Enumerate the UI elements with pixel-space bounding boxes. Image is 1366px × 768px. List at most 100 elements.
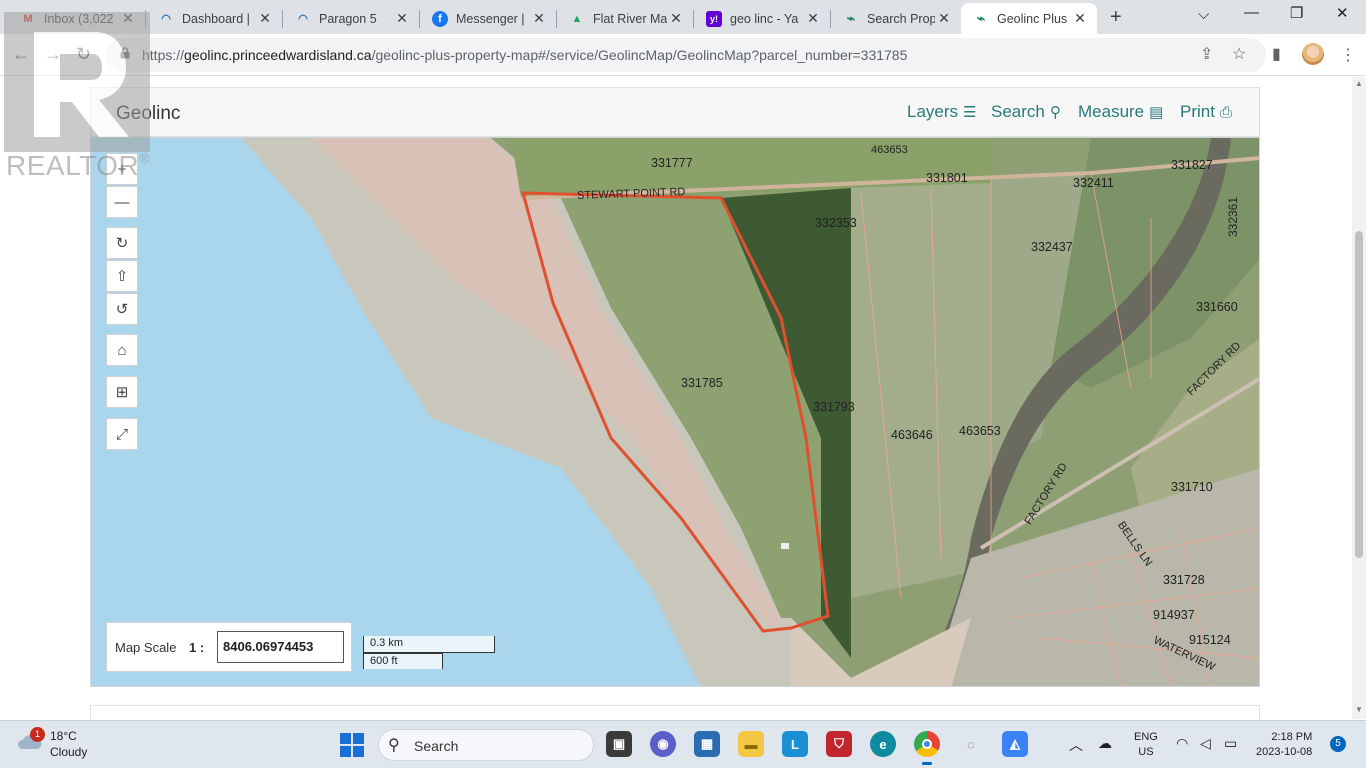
scale-bar-ft: 600 ft [363,653,443,669]
map-scale-input[interactable]: 8406.06974453 [217,631,344,663]
forward-icon[interactable]: → [44,44,62,65]
language-indicator[interactable]: ENG US [1134,730,1158,760]
search-label: Search [991,102,1045,121]
close-icon[interactable]: ✕ [667,10,685,27]
map-scale-label: Map Scale [115,640,177,655]
windows-start-icon[interactable] [340,733,364,757]
taskbar-search-label: Search [414,738,459,754]
teams-chat-icon[interactable]: ◉ [650,731,676,757]
ruler-icon: ▤ [1149,104,1164,121]
zoom-in-button[interactable]: + [106,153,138,185]
aerial-map-image [91,138,1259,686]
onedrive-cloud-icon[interactable]: ☁ [1098,735,1112,752]
wifi-icon[interactable]: ◠ [1176,735,1188,752]
bookmark-star-icon[interactable]: ☆ [1232,44,1246,64]
chrome-icon[interactable] [914,731,940,765]
zoom-out-button[interactable]: — [106,186,138,218]
share-icon[interactable]: ⇪ [1200,44,1213,64]
volume-muted-icon[interactable]: ◁ [1200,735,1211,752]
tab-yahoo[interactable]: y! geo linc - Ya ✕ [694,3,830,34]
tab-search-chevron-icon[interactable]: ⌵ [1198,6,1209,23]
lower-panel [90,705,1260,719]
web-page: Geolinc Layers ☰ Search ⚲ Measure ▤ Print ⎙ [0,77,1352,719]
windows-taskbar: 1 18°C Cloudy ⚲ Search ▣ ◉ ▦ ▬ L ⛉ e ◌ ◭… [0,720,1366,768]
search-button[interactable]: Search ⚲ [991,102,1061,122]
edge-icon[interactable]: e [870,731,896,757]
parcel-label: 332437 [1031,240,1073,254]
print-button[interactable]: Print ⎙ [1180,102,1232,122]
close-icon[interactable]: ✕ [119,10,137,27]
url-text[interactable]: https://geolinc.princeedwardisland.ca/ge… [142,47,907,63]
side-panel-icon[interactable]: ▮ [1272,44,1281,64]
weather-badge: 1 [30,727,45,742]
reload-icon[interactable]: ↻ [76,44,91,65]
layers-button[interactable]: Layers ☰ [907,102,976,122]
facebook-icon: f [432,10,448,27]
photo-app-icon[interactable]: ◭ [1002,731,1028,757]
measure-button[interactable]: Measure ▤ [1078,102,1163,122]
profile-avatar[interactable] [1302,43,1324,65]
lasso-app-icon[interactable]: L [782,731,808,757]
fullscreen-icon[interactable]: ⤢ [106,418,138,450]
scale-bar-km: 0.3 km [363,636,495,653]
map-viewport[interactable]: 331777 463653 331801 332411 331827 33236… [90,137,1260,687]
battery-icon[interactable]: ▭ [1224,735,1237,752]
new-tab-button[interactable]: + [1110,6,1122,29]
north-arrow-icon[interactable]: ⇧ [106,260,138,292]
close-icon[interactable]: ✕ [1071,10,1089,27]
scroll-up-icon[interactable]: ▲ [1355,79,1363,88]
parcel-label: 332353 [815,216,857,230]
parcel-label: 463653 [871,144,908,156]
tab-paragon[interactable]: ◠ Paragon 5 ✕ [283,3,419,34]
weather-temp: 18°C [50,729,77,743]
store-icon[interactable]: ▦ [694,731,720,757]
maximize-button[interactable]: ❐ [1290,4,1303,22]
rotate-left-icon[interactable]: ↻ [106,227,138,259]
menu-kebab-icon[interactable]: ⋮ [1340,45,1356,65]
close-icon[interactable]: ✕ [256,10,274,27]
lock-icon[interactable] [120,47,130,59]
rotate-right-icon[interactable]: ↺ [106,293,138,325]
scrollbar-thumb[interactable] [1355,231,1363,558]
parcel-label: 331793 [813,400,855,414]
geolinc-icon: ⌁ [976,10,986,26]
google-drive-icon: ▲ [571,12,583,25]
arc-icon: ◠ [161,13,171,25]
browser-toolbar: ← → ↻ https://geolinc.princeedwardisland… [0,34,1366,76]
scroll-down-icon[interactable]: ▼ [1355,705,1363,714]
tab-search-property[interactable]: ⌁ Search Prope ✕ [831,3,961,34]
parcel-label-selected[interactable]: 331785 [681,376,723,390]
system-clock[interactable]: 2:18 PM 2023-10-08 [1256,730,1312,760]
tab-geolinc-plus[interactable]: ⌁ Geolinc Plus ✕ [961,3,1097,34]
task-view-icon[interactable]: ▣ [606,731,632,757]
parcel-label: 463646 [891,428,933,442]
taskbar-search[interactable]: ⚲ Search [378,729,594,761]
close-icon[interactable]: ✕ [935,10,953,27]
close-window-button[interactable]: ✕ [1336,4,1349,22]
brand-title[interactable]: Geolinc [116,103,180,125]
parcel-label: 463653 [959,424,1001,438]
wifi-app-icon[interactable]: ◌ [958,731,984,757]
shield-app-icon[interactable]: ⛉ [826,731,852,757]
back-icon[interactable]: ← [12,44,30,65]
close-icon[interactable]: ✕ [804,10,822,27]
notification-badge[interactable]: 5 [1330,736,1346,752]
tab-flat-river[interactable]: ▲ Flat River Ma ✕ [557,3,693,34]
address-bar[interactable]: https://geolinc.princeedwardisland.ca/ge… [106,38,1266,72]
yahoo-icon: y! [706,10,722,27]
tab-messenger[interactable]: f Messenger | ✕ [420,3,556,34]
close-icon[interactable]: ✕ [530,10,548,27]
page-scrollbar[interactable]: ▲ ▼ [1352,77,1366,719]
home-icon[interactable]: ⌂ [106,334,138,366]
file-explorer-icon[interactable]: ▬ [738,731,764,757]
tab-title: geo linc - Ya [730,11,799,26]
parcel-label: 332411 [1073,176,1114,190]
minimize-button[interactable]: — [1244,4,1259,21]
add-area-icon[interactable]: ⊞ [106,376,138,408]
tray-overflow-icon[interactable]: ︿ [1069,735,1083,755]
tab-gmail[interactable]: M Inbox (3,022 ✕ [8,3,145,34]
close-icon[interactable]: ✕ [393,10,411,27]
region-code: US [1138,746,1154,758]
tab-title: Messenger | [456,11,525,26]
tab-dashboard[interactable]: ◠ Dashboard | ✕ [146,3,282,34]
